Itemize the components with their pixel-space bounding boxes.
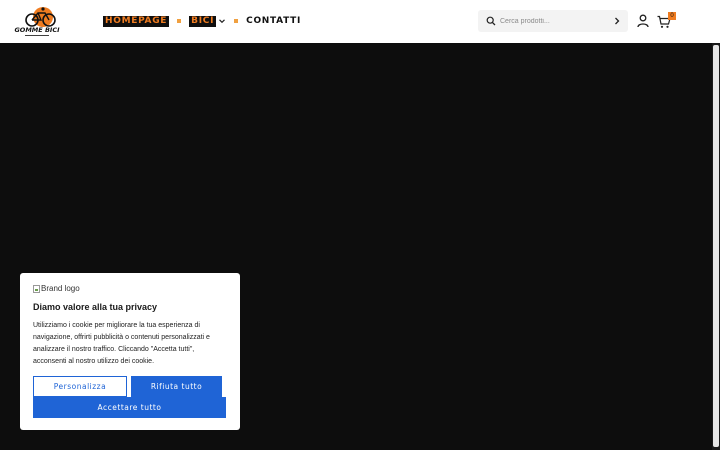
reject-all-button[interactable]: Rifiuta tutto	[131, 376, 222, 397]
customize-button[interactable]: Personalizza	[33, 376, 127, 397]
page-scrollbar[interactable]	[712, 43, 720, 450]
cookie-consent-dialog: Brand logo Diamo valore alla tua privacy…	[20, 273, 240, 430]
brand-logo-alt-text: Brand logo	[41, 284, 80, 293]
chevron-down-icon[interactable]	[218, 17, 226, 25]
broken-image-icon	[33, 285, 40, 293]
nav-item-bici[interactable]: BICI	[189, 15, 226, 27]
cookie-title: Diamo valore alla tua privacy	[33, 302, 158, 312]
nav-separator	[234, 19, 239, 23]
search-submit-arrow-icon[interactable]	[612, 16, 622, 26]
nav-item-bici-label: BICI	[189, 15, 217, 27]
svg-text:GOMME BICI: GOMME BICI	[14, 26, 60, 34]
site-logo[interactable]: GOMME BICI	[13, 4, 61, 38]
account-icon[interactable]	[637, 14, 649, 28]
search-input[interactable]	[500, 13, 610, 29]
nav-item-contatti[interactable]: CONTATTI	[246, 16, 301, 27]
brand-logo: Brand logo	[33, 284, 80, 294]
nav-item-homepage-label: HOMEPAGE	[103, 15, 170, 27]
search-icon	[486, 16, 496, 26]
cookie-description: Utilizziamo i cookie per migliorare la t…	[33, 322, 210, 365]
scrollbar-thumb[interactable]	[713, 45, 719, 447]
search-box	[478, 10, 628, 32]
cart-count-badge: 0	[668, 12, 676, 20]
nav-item-contatti-label: CONTATTI	[246, 15, 302, 26]
accept-all-button[interactable]: Accettare tutto	[33, 397, 226, 418]
main-nav: HOMEPAGE BICI CONTATTI	[103, 14, 301, 28]
nav-separator	[177, 19, 182, 23]
cart-button[interactable]: 0	[657, 12, 677, 30]
nav-item-homepage[interactable]: HOMEPAGE	[103, 15, 170, 27]
site-header: GOMME BICI HOMEPAGE BICI CONTATTI Cerca …	[0, 0, 720, 43]
